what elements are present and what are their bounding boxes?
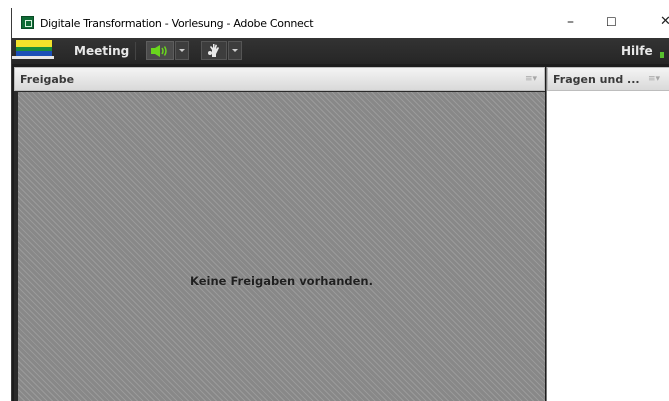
minimize-button[interactable]: – (567, 14, 574, 30)
adobe-connect-window: Digitale Transformation - Vorlesung - Ad… (12, 9, 669, 401)
speaker-dropdown-button[interactable] (175, 41, 189, 60)
qa-pod: Fragen und ... ≡▾ (546, 67, 669, 401)
share-stage: Keine Freigaben vorhanden. (18, 92, 545, 401)
share-pod: Freigabe ≡▾ Keine Freigaben vorhanden. (14, 67, 545, 401)
share-pod-title: Freigabe (20, 73, 75, 86)
qa-pod-body (547, 91, 669, 401)
status-button[interactable] (201, 41, 227, 60)
adobe-connect-logo (12, 38, 58, 59)
speaker-icon (151, 44, 167, 57)
share-pod-header: Freigabe ≡▾ (14, 67, 545, 91)
empty-share-message: Keine Freigaben vorhanden. (190, 274, 373, 288)
adobe-connect-icon (21, 16, 34, 29)
maximize-button[interactable]: ☐ (606, 15, 617, 29)
status-dropdown-button[interactable] (228, 41, 242, 60)
connection-signal-icon (660, 52, 664, 58)
title-bar: Digitale Transformation - Vorlesung - Ad… (12, 9, 669, 38)
help-menu[interactable]: Hilfe (621, 44, 653, 58)
raise-hand-icon (208, 44, 219, 57)
menu-separator (135, 42, 136, 60)
meeting-menu[interactable]: Meeting (74, 44, 129, 58)
qa-pod-header: Fragen und ... ≡▾ (547, 67, 669, 91)
qa-pod-menu-button[interactable]: ≡▾ (648, 74, 660, 84)
window-title: Digitale Transformation - Vorlesung - Ad… (40, 17, 314, 30)
qa-pod-title: Fragen und ... (553, 73, 640, 86)
share-pod-menu-button[interactable]: ≡▾ (525, 74, 537, 84)
menu-bar: Meeting Hilfe (12, 38, 669, 64)
speaker-button[interactable] (146, 41, 174, 60)
close-button[interactable]: ✕ (660, 14, 669, 29)
